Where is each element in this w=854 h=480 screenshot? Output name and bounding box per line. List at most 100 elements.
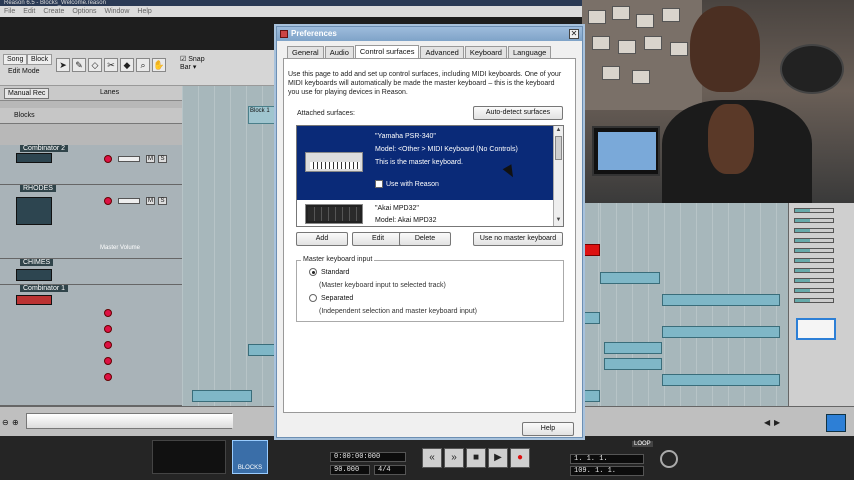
scrollbar-thumb[interactable]	[27, 414, 233, 428]
dialog-title: Preferences	[277, 27, 582, 41]
block-mode-tab[interactable]: Block	[27, 54, 53, 65]
scroll-right-icon[interactable]: ▶	[774, 418, 780, 427]
screen: { "app": { "window_title": "Reason 6.5 -…	[0, 0, 854, 480]
left-locator-display[interactable]: 1. 1. 1.	[570, 454, 644, 464]
record-enable-icon[interactable]	[104, 325, 112, 333]
clip[interactable]	[604, 342, 662, 354]
blocks-mode-button[interactable]: BLOCKS	[232, 440, 268, 474]
rewind-icon[interactable]: «	[422, 448, 442, 468]
menu-create[interactable]: Create	[43, 8, 64, 15]
view-toggle-button[interactable]	[826, 414, 846, 432]
zoom-in-icon[interactable]: ⊕	[12, 418, 19, 427]
snap-checkbox-icon[interactable]: ☑	[180, 56, 186, 63]
menu-edit[interactable]: Edit	[23, 8, 35, 15]
surfaces-scrollbar[interactable]: ▲ ▼	[553, 126, 563, 226]
mixer-strip[interactable]	[788, 203, 854, 406]
level-meter	[794, 288, 834, 293]
record-enable-icon[interactable]	[104, 309, 112, 317]
scroll-left-icon[interactable]: ◀	[764, 418, 770, 427]
track-rhodes[interactable]: RHODES M S Master Volume	[0, 185, 182, 259]
razor-tool-icon[interactable]: ✂	[104, 58, 118, 72]
record-enable-icon[interactable]	[104, 341, 112, 349]
scroll-up-icon[interactable]: ▲	[554, 126, 563, 135]
hand-tool-icon[interactable]: ✋	[152, 58, 166, 72]
surfaces-list[interactable]: "Yamaha PSR-340" Model: <Other > MIDI Ke…	[296, 125, 564, 227]
auto-detect-button[interactable]: Auto-detect surfaces	[473, 106, 563, 120]
metronome-icon[interactable]	[660, 450, 678, 468]
tab-control-surfaces[interactable]: Control surfaces	[354, 45, 420, 59]
record-enable-icon[interactable]	[104, 373, 112, 381]
scrollbar-thumb[interactable]	[555, 136, 562, 160]
use-with-reason-control[interactable]: Use with Reason	[375, 180, 439, 188]
time-signature-display[interactable]: 4/4	[374, 465, 406, 475]
surface-item-akai[interactable]: "Akai MPD32" Model: Akai MPD32	[297, 200, 553, 226]
use-with-reason-checkbox[interactable]	[375, 180, 383, 188]
standard-radio[interactable]	[309, 268, 317, 276]
right-locator-display[interactable]: 109. 1. 1.	[570, 466, 644, 476]
selected-mixer-channel[interactable]	[796, 318, 836, 340]
menu-window[interactable]: Window	[104, 8, 129, 15]
stop-icon[interactable]: ■	[466, 448, 486, 468]
snap-control[interactable]: ☑ Snap Bar ▾	[180, 55, 205, 71]
clip[interactable]	[580, 390, 600, 402]
pad-controller-image	[305, 204, 363, 224]
solo-button[interactable]: S	[158, 197, 167, 205]
record-enable-icon[interactable]	[104, 197, 112, 205]
clip[interactable]	[662, 294, 780, 306]
close-icon[interactable]: ✕	[569, 29, 579, 39]
manual-rec-button[interactable]: Manual Rec	[4, 88, 50, 99]
block-clip[interactable]: Block 1	[248, 106, 276, 124]
attached-surfaces-label: Attached surfaces:	[297, 110, 355, 117]
help-button[interactable]: Help	[522, 422, 574, 436]
volume-fader[interactable]	[118, 198, 140, 204]
clip[interactable]	[662, 374, 780, 386]
surface-status: This is the master keyboard.	[375, 159, 463, 166]
record-icon[interactable]: ●	[510, 448, 530, 468]
clip[interactable]	[662, 326, 780, 338]
standard-option[interactable]: Standard	[309, 268, 349, 276]
horizontal-scrollbar[interactable]	[26, 413, 233, 429]
arrow-tool-icon[interactable]: ➤	[56, 58, 70, 72]
volume-fader[interactable]	[118, 156, 140, 162]
scroll-down-icon[interactable]: ▼	[554, 216, 563, 225]
clip[interactable]	[248, 344, 278, 356]
magnify-tool-icon[interactable]: ⌕	[136, 58, 150, 72]
fast-forward-icon[interactable]: »	[444, 448, 464, 468]
track-combinator-1[interactable]: Combinator 1	[0, 285, 182, 406]
menu-options[interactable]: Options	[72, 8, 96, 15]
record-enable-icon[interactable]	[104, 155, 112, 163]
menu-help[interactable]: Help	[137, 8, 151, 15]
menu-file[interactable]: File	[4, 8, 15, 15]
use-no-master-keyboard-button[interactable]: Use no master keyboard	[473, 232, 563, 246]
separated-option[interactable]: Separated	[309, 294, 353, 302]
edit-mode-label[interactable]: Edit Mode	[8, 68, 40, 75]
time-position-display[interactable]: 0:00:00:000	[330, 452, 406, 462]
delete-button[interactable]: Delete	[399, 232, 451, 246]
mute-button[interactable]: M	[146, 155, 155, 163]
snap-value[interactable]: Bar	[180, 64, 191, 71]
separated-radio[interactable]	[309, 294, 317, 302]
surface-item-yamaha[interactable]: "Yamaha PSR-340" Model: <Other > MIDI Ke…	[297, 126, 553, 200]
solo-button[interactable]: S	[158, 155, 167, 163]
mute-button[interactable]: M	[146, 197, 155, 205]
track-combinator-2[interactable]: Combinator 2 M S	[0, 145, 182, 185]
track-chimes[interactable]: CHIMES	[0, 259, 182, 285]
record-enable-icon[interactable]	[104, 357, 112, 365]
zoom-out-icon[interactable]: ⊖	[2, 418, 9, 427]
clip[interactable]	[600, 272, 660, 284]
clip[interactable]	[580, 312, 600, 324]
edit-button[interactable]: Edit	[352, 232, 404, 246]
loop-label[interactable]: LOOP	[632, 441, 653, 447]
eraser-tool-icon[interactable]: ◇	[88, 58, 102, 72]
tempo-display[interactable]: 90.000	[330, 465, 370, 475]
play-icon[interactable]: ▶	[488, 448, 508, 468]
blocks-track-label: Blocks	[14, 112, 35, 119]
clip[interactable]	[580, 244, 600, 256]
mute-tool-icon[interactable]: ◆	[120, 58, 134, 72]
add-button[interactable]: Add	[296, 232, 348, 246]
clip[interactable]	[604, 358, 662, 370]
pencil-tool-icon[interactable]: ✎	[72, 58, 86, 72]
surface-model: Model: Akai MPD32	[375, 217, 437, 224]
clip[interactable]	[192, 390, 252, 402]
song-mode-tab[interactable]: Song	[3, 54, 28, 65]
